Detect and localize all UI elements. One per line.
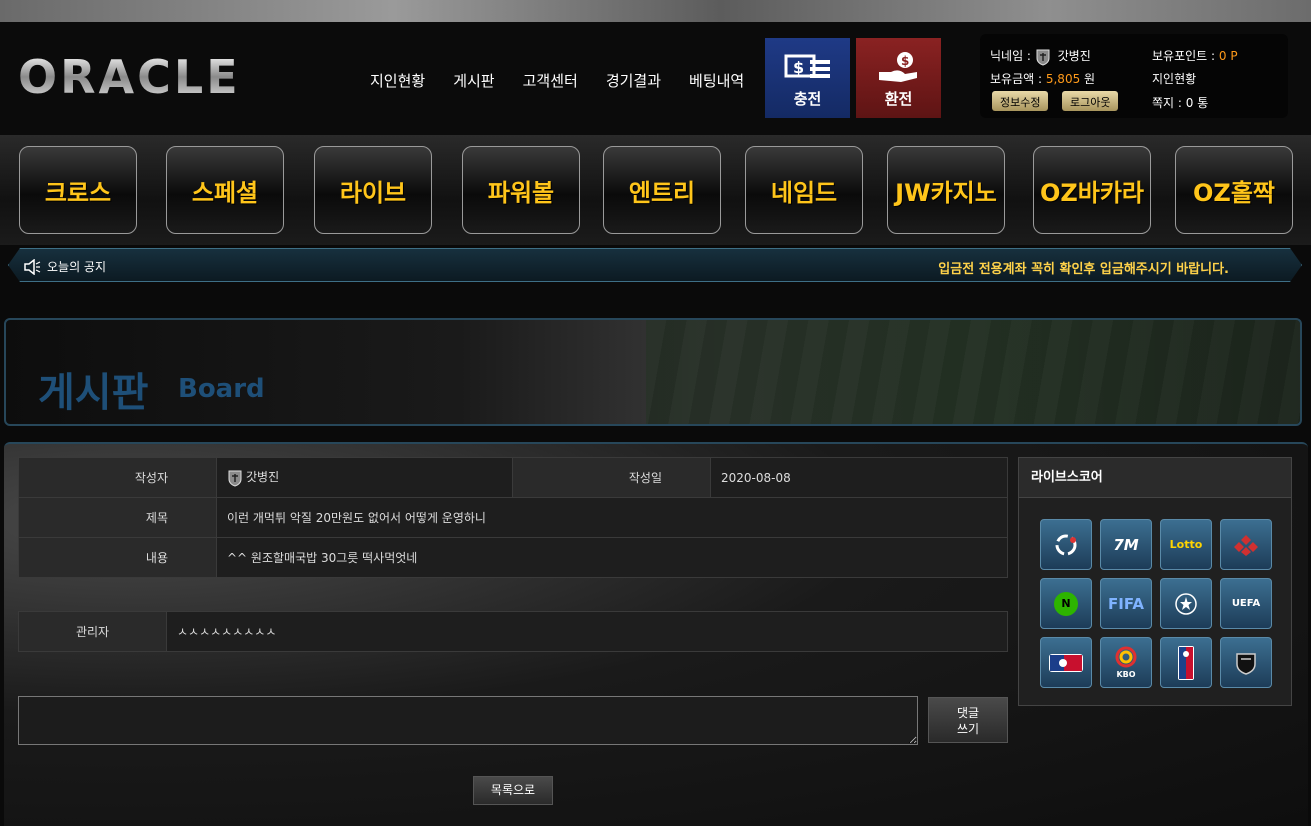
post-content: ^^ 원조할매국밥 30그릇 떡사먹엇네 xyxy=(216,537,1008,578)
notes-row[interactable]: 쪽지 : 0 통 xyxy=(1152,94,1208,111)
kbo-logo: KBO xyxy=(1115,646,1137,680)
top-texture-strip xyxy=(0,0,1311,22)
nav-results[interactable]: 경기결과 xyxy=(606,70,661,91)
comment-input[interactable] xyxy=(18,696,918,745)
livescore-fifa-icon[interactable]: FIFA xyxy=(1100,578,1152,629)
balance-value: 5,805 xyxy=(1045,72,1081,86)
logo[interactable]: ORACLE xyxy=(18,52,241,102)
livescore-grid: 7M Lotto N FIFA UEFA KBO xyxy=(1040,519,1272,688)
main-nav: 지인현황 게시판 고객센터 경기결과 베팅내역 xyxy=(370,70,744,91)
nav-support[interactable]: 고객센터 xyxy=(523,70,578,91)
subject-label: 제목 xyxy=(18,497,217,538)
logout-button[interactable]: 로그아웃 xyxy=(1062,91,1119,111)
livescore-title: 라이브스코어 xyxy=(1019,458,1291,498)
livescore-ucl-icon[interactable] xyxy=(1160,578,1212,629)
notice-label: 오늘의 공지 xyxy=(47,260,107,274)
content-label: 내용 xyxy=(18,537,217,578)
write-comment-label: 댓글 쓰기 xyxy=(956,706,980,736)
charge-button[interactable]: $ 충전 xyxy=(765,38,850,118)
livescore-nhl-icon[interactable] xyxy=(1220,637,1272,688)
game-entry[interactable]: 엔트리 xyxy=(603,146,721,234)
svg-text:$: $ xyxy=(901,54,909,68)
game-live[interactable]: 라이브 xyxy=(314,146,432,234)
kbo-swirl-icon xyxy=(1115,646,1137,667)
mlb-icon xyxy=(1049,653,1083,672)
write-comment-button[interactable]: 댓글 쓰기 xyxy=(928,697,1008,743)
balance-unit: 원 xyxy=(1084,72,1096,86)
post-info-table: 작성자 갓병진 작성일 2020-08-08 제목 이런 개먹튀 악질 20만원… xyxy=(18,457,1008,578)
livescore-7m-icon[interactable]: 7M xyxy=(1100,519,1152,570)
livescore-kbo-icon[interactable]: KBO xyxy=(1100,637,1152,688)
nhl-shield-icon xyxy=(1236,652,1256,675)
game-cross[interactable]: 크로스 xyxy=(19,146,137,234)
stadium-field-graphic xyxy=(646,320,1300,424)
hand-coin-icon: $ xyxy=(878,52,917,82)
charge-label: 충전 xyxy=(793,90,822,108)
board-banner: 게시판 Board xyxy=(4,318,1302,426)
game-oz-oddeven[interactable]: OZ홀짝 xyxy=(1175,146,1293,234)
admin-reply-table: 관리자 ㅅㅅㅅㅅㅅㅅㅅㅅㅅ xyxy=(18,611,1008,652)
points-value: 0 P xyxy=(1218,49,1238,63)
back-to-list-button[interactable]: 목록으로 xyxy=(473,776,553,805)
post-subject: 이런 개먹튀 악질 20만원도 없어서 어떻게 운영하니 xyxy=(216,497,1008,538)
cash-icon: $ xyxy=(784,54,830,78)
livescore-panel: 라이브스코어 7M Lotto N FIFA UEFA KBO xyxy=(1018,457,1292,706)
nickname-row: 닉네임 : 갓병진 xyxy=(990,47,1091,66)
banner-title: 게시판 xyxy=(38,370,149,416)
rank-shield-icon xyxy=(228,470,242,487)
nba-icon xyxy=(1178,645,1194,680)
game-special[interactable]: 스페셜 xyxy=(166,146,284,234)
naver-icon: N xyxy=(1054,591,1078,616)
post-date: 2020-08-08 xyxy=(710,457,1008,498)
balance-row: 보유금액 : 5,805 원 xyxy=(990,70,1095,87)
game-named[interactable]: 네임드 xyxy=(745,146,863,234)
livescore-lotto-icon[interactable]: Lotto xyxy=(1160,519,1212,570)
header: ORACLE 지인현황 게시판 고객센터 경기결과 베팅내역 $ 충전 $ 환전… xyxy=(0,22,1311,135)
livescore-red-diamond-icon[interactable] xyxy=(1220,519,1272,570)
nav-board[interactable]: 게시판 xyxy=(453,70,494,91)
balance-label: 보유금액 : xyxy=(990,72,1043,86)
nav-bets[interactable]: 베팅내역 xyxy=(689,70,744,91)
edit-profile-button[interactable]: 정보수정 xyxy=(992,91,1049,111)
diamond-cluster-icon xyxy=(1234,534,1258,556)
svg-text:$: $ xyxy=(793,58,804,77)
rank-shield-icon xyxy=(1036,49,1050,66)
livescore-uefa-icon[interactable]: UEFA xyxy=(1220,578,1272,629)
game-menu-bar: 크로스 스페셜 라이브 파워볼 엔트리 네임드 JW카지노 OZ바카라 OZ홀짝 xyxy=(0,135,1311,245)
exchange-label: 환전 xyxy=(884,90,913,108)
game-powerball[interactable]: 파워볼 xyxy=(462,146,580,234)
exchange-button[interactable]: $ 환전 xyxy=(856,38,941,118)
notice-label-group: 오늘의 공지 xyxy=(23,258,106,275)
star-ball-icon xyxy=(1175,592,1197,615)
author-name: 갓병진 xyxy=(246,470,280,485)
game-jw-casino[interactable]: JW카지노 xyxy=(887,146,1005,234)
livescore-circle-icon[interactable] xyxy=(1040,519,1092,570)
notes-label: 쪽지 : xyxy=(1152,96,1182,110)
banner-subtitle: Board xyxy=(178,374,265,404)
notice-bar: 오늘의 공지 입금전 전용계좌 꼭히 확인후 입금해주시기 바랍니다. xyxy=(8,248,1302,282)
author-label: 작성자 xyxy=(18,457,217,498)
notice-text: 입금전 전용계좌 꼭히 확인후 입금해주시기 바랍니다. xyxy=(938,262,1229,277)
date-label: 작성일 xyxy=(512,457,711,498)
author-cell: 갓병진 xyxy=(216,457,513,498)
points-row: 보유포인트 : 0 P xyxy=(1152,47,1238,64)
livescore-nba-icon[interactable] xyxy=(1160,637,1212,688)
livescore-naver-icon[interactable]: N xyxy=(1040,578,1092,629)
user-info-panel: 닉네임 : 갓병진 보유포인트 : 0 P 보유금액 : 5,805 원 지인현… xyxy=(980,34,1288,118)
livescore-mlb-icon[interactable] xyxy=(1040,637,1092,688)
admin-label: 관리자 xyxy=(18,611,167,652)
nav-friends[interactable]: 지인현황 xyxy=(370,70,425,91)
game-oz-baccarat[interactable]: OZ바카라 xyxy=(1033,146,1151,234)
points-label: 보유포인트 : xyxy=(1152,49,1216,63)
notes-value: 0 통 xyxy=(1185,96,1209,110)
friends-link[interactable]: 지인현황 xyxy=(1152,70,1196,87)
ring-icon xyxy=(1055,534,1077,555)
speaker-icon xyxy=(23,259,41,275)
admin-reply: ㅅㅅㅅㅅㅅㅅㅅㅅㅅ xyxy=(166,611,1008,652)
nickname-label: 닉네임 : xyxy=(990,49,1031,63)
kbo-label: KBO xyxy=(1116,669,1136,679)
nickname: 갓병진 xyxy=(1057,49,1091,63)
